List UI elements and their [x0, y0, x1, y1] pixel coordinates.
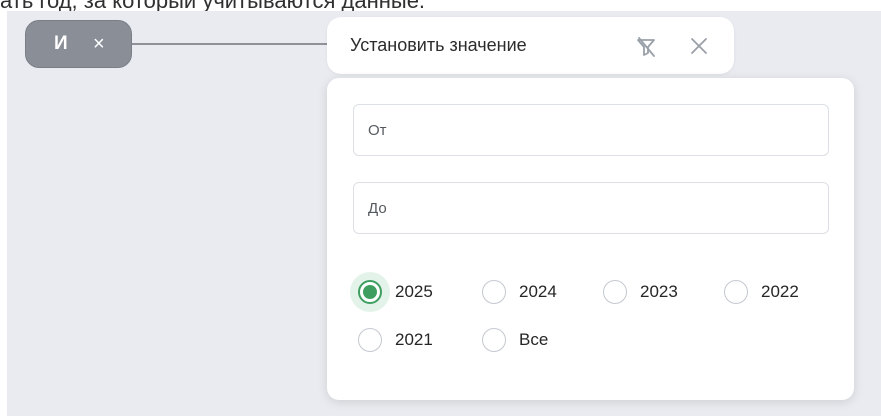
year-radio-all[interactable]: Все	[482, 328, 548, 352]
year-radio-2024[interactable]: 2024	[482, 280, 557, 304]
page: ать год, за который учитываются данные. …	[0, 0, 881, 416]
remove-operator-icon[interactable]: ×	[93, 33, 105, 56]
close-icon[interactable]	[688, 35, 710, 57]
year-radio-2023[interactable]: 2023	[603, 280, 678, 304]
to-input[interactable]	[354, 183, 828, 233]
from-field[interactable]	[353, 104, 829, 156]
radio-unchecked-icon	[358, 328, 382, 352]
year-label: 2021	[395, 330, 433, 349]
radio-checked-icon	[358, 280, 382, 304]
year-label: 2024	[519, 282, 557, 301]
year-label: 2025	[395, 282, 433, 301]
year-label: Все	[519, 330, 549, 349]
filter-off-icon[interactable]	[634, 35, 658, 59]
connector-line	[132, 43, 328, 45]
radio-unchecked-icon	[603, 280, 627, 304]
condition-pill[interactable]: Установить значение	[327, 17, 734, 74]
year-label: 2023	[640, 282, 678, 301]
to-field[interactable]	[353, 182, 829, 234]
from-input[interactable]	[354, 105, 828, 155]
condition-label: Установить значение	[350, 35, 527, 55]
year-radio-2022[interactable]: 2022	[724, 280, 799, 304]
value-dropdown-panel: 2025 2024 2023 2022 2021 Все	[327, 78, 854, 400]
year-radio-2021[interactable]: 2021	[358, 328, 433, 352]
radio-unchecked-icon	[482, 280, 506, 304]
and-operator-chip[interactable]: И ×	[25, 20, 132, 68]
radio-unchecked-icon	[724, 280, 748, 304]
radio-unchecked-icon	[482, 328, 506, 352]
year-radio-2025[interactable]: 2025	[350, 272, 433, 312]
and-operator-label: И	[54, 33, 68, 54]
year-label: 2022	[761, 282, 799, 301]
